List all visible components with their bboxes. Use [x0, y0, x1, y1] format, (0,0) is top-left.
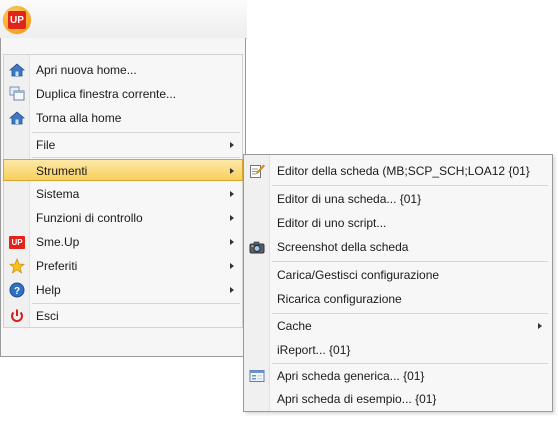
main-menu-list: Apri nuova home... Duplica finestra corr… [3, 54, 243, 328]
menu-separator [272, 313, 548, 314]
menu-separator [272, 185, 548, 186]
menu-item-label: Duplica finestra corrente... [36, 87, 177, 101]
submenu-item-label: Editor di una scheda... {01} [277, 192, 422, 206]
submenu-item-label: Editor della scheda (MB;SCP_SCH;LOA12 {0… [277, 164, 530, 178]
menu-separator [32, 132, 240, 133]
submenu-arrow-icon [230, 287, 234, 293]
menu-item-torna-alla-home[interactable]: Torna alla home [4, 107, 242, 129]
submenu-arrow-icon [230, 239, 234, 245]
camera-icon [249, 239, 265, 255]
menu-separator [272, 261, 548, 262]
star-icon [9, 258, 25, 274]
submenu-arrow-icon [230, 142, 234, 148]
menu-header-bar: UP [0, 0, 247, 39]
submenu-arrow-icon [230, 191, 234, 197]
menu-item-label: Preferiti [36, 259, 78, 273]
submenu-item-ireport[interactable]: iReport... {01} [244, 339, 552, 361]
submenu-item-editor-della-scheda[interactable]: Editor della scheda (MB;SCP_SCH;LOA12 {0… [244, 160, 552, 182]
form-icon [249, 368, 265, 384]
menu-item-label: Esci [36, 309, 59, 323]
submenu-arrow-icon [230, 215, 234, 221]
submenu-item-screenshot[interactable]: Screenshot della scheda [244, 236, 552, 258]
submenu-item-label: Editor di uno script... [277, 216, 387, 230]
menu-item-label: Sme.Up [36, 235, 80, 249]
svg-text:?: ? [14, 286, 20, 297]
main-menu: Apri nuova home... Duplica finestra corr… [0, 38, 246, 357]
power-icon [9, 308, 25, 324]
menu-item-duplica-finestra[interactable]: Duplica finestra corrente... [4, 83, 242, 105]
strumenti-submenu: Editor della scheda (MB;SCP_SCH;LOA12 {0… [243, 154, 553, 412]
menu-item-apri-nuova-home[interactable]: Apri nuova home... [4, 59, 242, 81]
menu-item-label: Torna alla home [36, 111, 122, 125]
menu-item-smeup[interactable]: UP Sme.Up [4, 231, 242, 253]
submenu-item-label: Apri scheda di esempio... {01} [277, 392, 437, 406]
help-icon: ? [9, 282, 25, 298]
submenu-arrow-icon [230, 168, 234, 174]
menu-separator [272, 363, 548, 364]
home-icon [9, 110, 25, 126]
menu-item-funzioni-di-controllo[interactable]: Funzioni di controllo [4, 207, 242, 229]
menu-item-label: Funzioni di controllo [36, 211, 143, 225]
submenu-arrow-icon [538, 323, 542, 329]
windows-icon [9, 86, 25, 102]
submenu-item-apri-scheda-generica[interactable]: Apri scheda generica... {01} [244, 365, 552, 387]
menu-item-label: Sistema [36, 187, 80, 201]
menu-item-sistema[interactable]: Sistema [4, 183, 242, 205]
edit-icon [249, 163, 265, 179]
menu-item-strumenti[interactable]: Strumenti [3, 159, 243, 181]
menu-item-preferiti[interactable]: Preferiti [4, 255, 242, 277]
menu-item-file[interactable]: File [4, 134, 242, 156]
submenu-item-carica-gestisci-configurazione[interactable]: Carica/Gestisci configurazione [244, 264, 552, 286]
submenu-item-apri-scheda-di-esempio[interactable]: Apri scheda di esempio... {01} [244, 388, 552, 410]
menu-item-label: File [36, 138, 56, 152]
menu-item-label: Apri nuova home... [36, 63, 137, 77]
menu-item-label: Help [36, 283, 61, 297]
submenu-item-cache[interactable]: Cache [244, 315, 552, 337]
submenu-item-label: Apri scheda generica... {01} [277, 369, 425, 383]
submenu-arrow-icon [230, 263, 234, 269]
submenu-item-editor-di-una-scheda[interactable]: Editor di una scheda... {01} [244, 188, 552, 210]
menu-separator [32, 303, 240, 304]
submenu-item-label: iReport... {01} [277, 343, 351, 357]
submenu-item-label: Cache [277, 319, 312, 333]
submenu-item-ricarica-configurazione[interactable]: Ricarica configurazione [244, 288, 552, 310]
menu-separator [32, 157, 240, 158]
menu-item-help[interactable]: ? Help [4, 279, 242, 301]
smeup-logo-icon[interactable]: UP [8, 11, 26, 29]
submenu-item-label: Screenshot della scheda [277, 240, 409, 254]
home-icon [9, 62, 25, 78]
submenu-item-label: Ricarica configurazione [277, 292, 402, 306]
submenu-item-editor-di-uno-script[interactable]: Editor di uno script... [244, 212, 552, 234]
menu-item-label: Strumenti [36, 164, 88, 178]
smeup-logo-icon: UP [9, 234, 25, 250]
submenu-item-label: Carica/Gestisci configurazione [277, 268, 440, 282]
menu-item-esci[interactable]: Esci [4, 305, 242, 327]
